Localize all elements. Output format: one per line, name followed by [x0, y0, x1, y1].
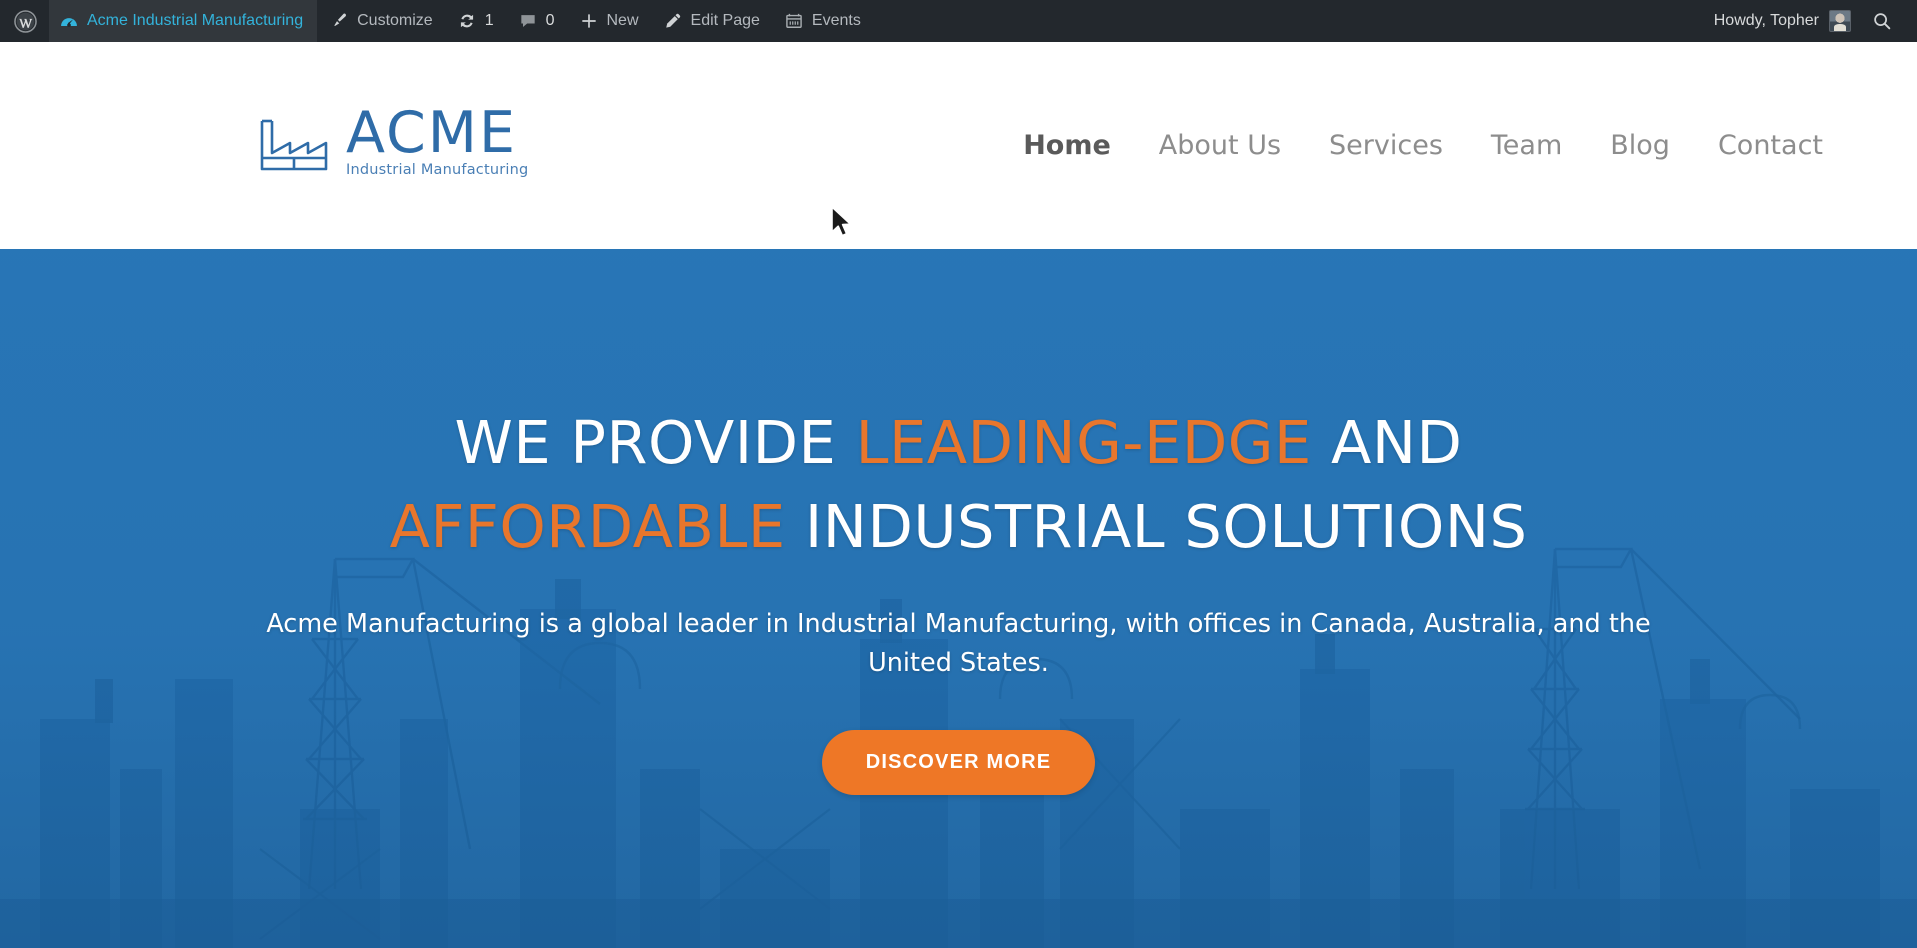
wordpress-logo-button[interactable]: [0, 0, 49, 42]
admin-bar-right-group: Howdy, Topher: [1704, 10, 1917, 32]
site-logo-title: ACME: [346, 99, 517, 166]
site-header-inner: ACME Industrial Manufacturing Home About…: [0, 104, 1917, 178]
hero-section: WE PROVIDE LEADING-EDGE AND AFFORDABLE I…: [0, 249, 1917, 948]
factory-icon: [258, 111, 330, 178]
search-icon: [1871, 10, 1893, 32]
admin-bar-events-button[interactable]: Events: [772, 0, 873, 42]
plus-icon: [579, 11, 599, 31]
nav-item-home[interactable]: Home: [999, 120, 1135, 171]
nav-item-contact[interactable]: Contact: [1694, 120, 1847, 171]
admin-bar-howdy-label: Howdy, Topher: [1713, 12, 1819, 29]
admin-bar-site-name-label: Acme Industrial Manufacturing: [87, 12, 304, 29]
site-header: ACME Industrial Manufacturing Home About…: [0, 42, 1917, 249]
admin-bar-updates-button[interactable]: 1: [445, 0, 506, 42]
admin-bar-updates-count: 1: [484, 12, 494, 29]
hero-headline-line1-highlight: LEADING-EDGE: [855, 408, 1312, 477]
dashboard-gauge-icon: [59, 11, 79, 31]
admin-bar-edit-page-label: Edit Page: [690, 12, 760, 29]
site-logo[interactable]: ACME Industrial Manufacturing: [258, 99, 529, 179]
avatar: [1829, 10, 1851, 32]
admin-bar-site-name[interactable]: Acme Industrial Manufacturing: [49, 0, 318, 42]
admin-bar-new-button[interactable]: New: [567, 0, 651, 42]
nav-item-services[interactable]: Services: [1305, 120, 1467, 171]
admin-bar-customize-button[interactable]: Customize: [317, 0, 445, 42]
admin-bar-events-label: Events: [811, 12, 861, 29]
nav-item-team[interactable]: Team: [1467, 120, 1586, 171]
paintbrush-icon: [329, 11, 349, 31]
wordpress-logo-icon: [14, 9, 37, 33]
comment-bubble-icon: [518, 11, 538, 31]
admin-bar-search-button[interactable]: [1861, 10, 1911, 32]
hero-subtitle: Acme Manufacturing is a global leader in…: [266, 608, 1651, 679]
pencil-icon: [663, 11, 683, 31]
hero-headline-line2-highlight: AFFORDABLE: [389, 491, 786, 561]
discover-more-button[interactable]: DISCOVER MORE: [821, 729, 1096, 795]
site-logo-text: ACME Industrial Manufacturing: [346, 99, 529, 179]
nav-item-about-us[interactable]: About Us: [1135, 120, 1305, 171]
admin-bar-customize-label: Customize: [357, 12, 433, 29]
hero-headline-line2-part2: INDUSTRIAL SOLUTIONS: [785, 491, 1528, 561]
nav-item-blog[interactable]: Blog: [1586, 120, 1694, 171]
calendar-icon: [784, 11, 804, 31]
main-nav: Home About Us Services Team Blog Contact: [999, 120, 1847, 171]
hero-headline: WE PROVIDE LEADING-EDGE AND AFFORDABLE I…: [390, 401, 1528, 569]
admin-bar-new-label: New: [606, 12, 639, 29]
hero-content: WE PROVIDE LEADING-EDGE AND AFFORDABLE I…: [0, 249, 1917, 948]
hero-headline-line1-part2: AND: [1311, 408, 1463, 477]
admin-bar-comments-count: 0: [545, 12, 555, 29]
wp-admin-bar: Acme Industrial Manufacturing Customize …: [0, 0, 1917, 42]
hero-headline-line1-part1: WE PROVIDE: [454, 408, 856, 477]
site-logo-subtitle: Industrial Manufacturing: [346, 162, 529, 179]
admin-bar-account-button[interactable]: Howdy, Topher: [1704, 10, 1861, 32]
admin-bar-edit-page-button[interactable]: Edit Page: [651, 0, 772, 42]
update-refresh-icon: [457, 11, 477, 31]
admin-bar-comments-button[interactable]: 0: [506, 0, 567, 42]
